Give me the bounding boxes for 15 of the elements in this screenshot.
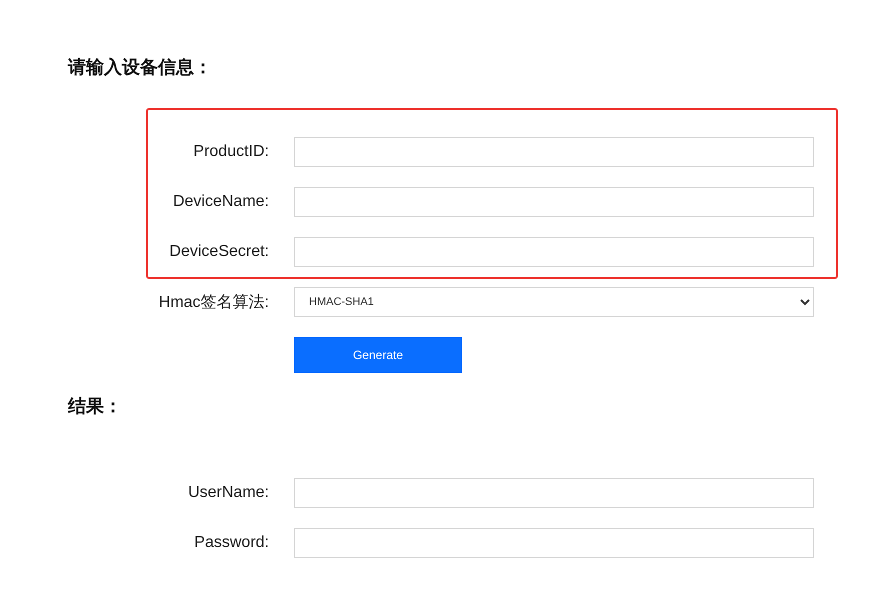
input-field[interactable] xyxy=(294,237,814,267)
input-field[interactable] xyxy=(294,187,814,217)
algorithm-select[interactable]: HMAC-SHA1 xyxy=(294,287,814,317)
section-heading: 结果： xyxy=(68,395,122,418)
field-label: DeviceName: xyxy=(172,193,269,211)
input-field[interactable] xyxy=(294,137,814,167)
field-label: UserName: xyxy=(187,484,269,502)
input-field[interactable] xyxy=(294,528,814,558)
input-field[interactable] xyxy=(294,478,814,508)
field-label: DeviceSecret: xyxy=(168,243,269,261)
field-label: Hmac签名算法: xyxy=(158,292,269,312)
generate-button[interactable]: Generate xyxy=(294,337,462,373)
section-heading: 请输入设备信息： xyxy=(68,56,212,79)
field-label: ProductID: xyxy=(192,143,269,161)
field-label: Password: xyxy=(193,534,269,552)
